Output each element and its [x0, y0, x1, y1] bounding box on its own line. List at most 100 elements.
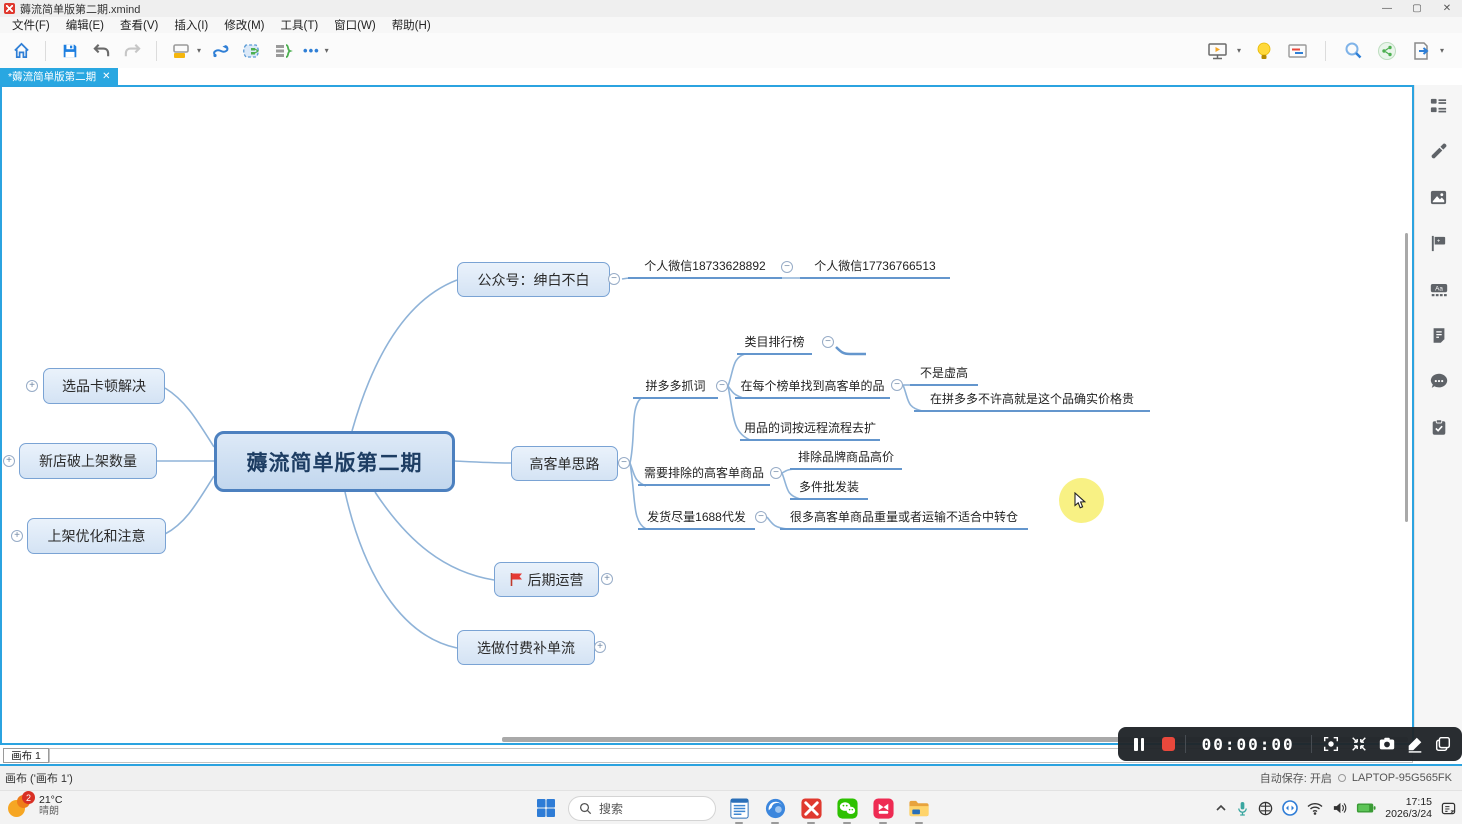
collapse-marker[interactable]: − [891, 379, 903, 391]
collapse-marker[interactable]: − [608, 273, 620, 285]
topic-gongzhonghao[interactable]: 公众号：绅白不白 [457, 262, 610, 297]
topic-heavy-goods[interactable]: 很多高客单商品重量或者运输不适合中转仓 [780, 510, 1028, 530]
sheet-tab[interactable]: 画布 1 [3, 748, 49, 763]
maximize-button[interactable]: ▢ [1402, 0, 1432, 17]
topic-wechat-1[interactable]: 个人微信18733628892 [628, 259, 782, 279]
theme-dropdown-icon[interactable]: ▾ [197, 46, 201, 55]
more-icon[interactable]: ••• [303, 43, 320, 58]
topic-ship-1688[interactable]: 发货尽量1688代发 [638, 510, 755, 530]
mindmap-canvas[interactable] [0, 85, 1414, 745]
ime-icon[interactable] [1258, 801, 1273, 816]
stop-button[interactable] [1162, 737, 1175, 751]
boundary-icon[interactable] [241, 40, 263, 62]
taskbar-app-xmind[interactable] [798, 795, 824, 821]
collapse-marker[interactable]: − [770, 467, 782, 479]
menu-modify[interactable]: 修改(M) [216, 17, 272, 33]
menu-window[interactable]: 窗口(W) [326, 17, 384, 33]
collapse-marker[interactable]: − [618, 457, 630, 469]
outline-icon[interactable] [1429, 95, 1449, 115]
collapse-marker[interactable]: − [755, 511, 767, 523]
pause-button[interactable] [1134, 738, 1144, 751]
taskbar-search[interactable]: 搜索 [568, 796, 716, 821]
menu-help[interactable]: 帮助(H) [384, 17, 439, 33]
presentation-icon[interactable] [1207, 40, 1229, 62]
expand-marker[interactable]: + [594, 641, 606, 653]
topic-xindian[interactable]: 新店破上架数量 [19, 443, 157, 479]
image-icon[interactable] [1429, 187, 1449, 207]
document-tab[interactable]: *薅流简单版第二期 ✕ [0, 68, 118, 85]
menu-file[interactable]: 文件(F) [4, 17, 58, 33]
menu-view[interactable]: 查看(V) [112, 17, 166, 33]
taskbar-app-browser[interactable] [762, 795, 788, 821]
tab-close-icon[interactable]: ✕ [102, 71, 110, 82]
topic-expand-words[interactable]: 用品的词按远程流程去扩 [740, 421, 880, 441]
taskbar-app-files[interactable] [906, 795, 932, 821]
topic-multi-pack[interactable]: 多件批发装 [790, 480, 868, 500]
microphone-icon[interactable] [1236, 801, 1249, 816]
expand-marker[interactable]: + [26, 380, 38, 392]
topic-shangjia[interactable]: 上架优化和注意 [27, 518, 166, 554]
pen-icon[interactable] [1406, 734, 1424, 754]
marker-flag-icon[interactable]: + [1429, 233, 1449, 253]
topic-exclude[interactable]: 需要排除的高客单商品 [638, 466, 770, 486]
battery-icon[interactable] [1356, 802, 1376, 814]
relationship-icon[interactable] [210, 40, 232, 62]
save-icon[interactable] [59, 40, 81, 62]
taskbar-app-video[interactable] [870, 795, 896, 821]
weather-widget[interactable]: 2 21°C 晴朗 [8, 794, 62, 818]
home-icon[interactable] [10, 40, 32, 62]
topic-exclude-brand[interactable]: 排除品牌商品高价 [790, 450, 902, 470]
redo-icon[interactable] [121, 40, 143, 62]
theme-icon[interactable] [170, 40, 192, 62]
camera-icon[interactable] [1378, 734, 1396, 754]
topic-paid-flow[interactable]: 选做付费补单流 [457, 630, 595, 665]
collapse-marker[interactable]: − [781, 261, 793, 273]
close-button[interactable]: ✕ [1432, 0, 1462, 17]
minimize-button[interactable]: — [1372, 0, 1402, 17]
topic-gaokedan[interactable]: 高客单思路 [511, 446, 618, 481]
topic-wechat-2[interactable]: 个人微信17736766513 [800, 259, 950, 279]
menu-insert[interactable]: 插入(I) [166, 17, 216, 33]
search-icon[interactable] [1342, 40, 1364, 62]
windows-copy-icon[interactable] [1434, 734, 1452, 754]
expand-marker[interactable]: + [11, 530, 23, 542]
share-icon[interactable] [1376, 40, 1398, 62]
taskbar-app-wechat[interactable] [834, 795, 860, 821]
expand-marker[interactable]: + [601, 573, 613, 585]
label-icon[interactable]: Aa [1429, 279, 1449, 299]
topic-find-high[interactable]: 在每个榜单找到高客单的品 [735, 379, 890, 399]
collapse-arrows-icon[interactable] [1350, 734, 1368, 754]
lightbulb-icon[interactable] [1253, 40, 1275, 62]
central-topic[interactable]: 薅流简单版第二期 [214, 431, 455, 492]
clock[interactable]: 17:15 2026/3/24 [1385, 796, 1432, 820]
task-icon[interactable] [1429, 417, 1449, 437]
collapse-marker[interactable]: − [822, 336, 834, 348]
taskbar-app-notes[interactable] [726, 795, 752, 821]
expand-marker[interactable]: + [3, 455, 15, 467]
summary-icon[interactable] [272, 40, 294, 62]
export-dropdown-icon[interactable]: ▾ [1440, 46, 1444, 55]
volume-icon[interactable] [1332, 801, 1347, 815]
menu-edit[interactable]: 编辑(E) [58, 17, 112, 33]
tray-chevron-up-icon[interactable] [1215, 802, 1227, 814]
export-icon[interactable] [1410, 40, 1432, 62]
teamviewer-icon[interactable] [1282, 800, 1298, 816]
topic-pdd-words[interactable]: 拼多多抓词 [633, 379, 718, 399]
region-select-icon[interactable] [1322, 734, 1340, 754]
collapse-marker[interactable]: − [716, 380, 728, 392]
presentation-dropdown-icon[interactable]: ▾ [1237, 46, 1241, 55]
comment-icon[interactable] [1429, 371, 1449, 391]
topic-pdd-price[interactable]: 在拼多多不许高就是这个品确实价格贵 [914, 392, 1150, 412]
timeline-icon[interactable] [1287, 40, 1309, 62]
vertical-scrollbar[interactable] [1405, 233, 1408, 522]
undo-icon[interactable] [90, 40, 112, 62]
format-brush-icon[interactable] [1429, 141, 1449, 161]
topic-houqi[interactable]: 后期运营 [494, 562, 599, 597]
wifi-icon[interactable] [1307, 802, 1323, 815]
topic-category-rank[interactable]: 类目排行榜 [737, 335, 812, 355]
more-dropdown-icon[interactable]: ▾ [325, 46, 329, 55]
notification-icon[interactable] [1441, 801, 1456, 816]
start-button[interactable] [533, 796, 558, 821]
notes-icon[interactable] [1429, 325, 1449, 345]
topic-not-inflated[interactable]: 不是虚高 [910, 366, 978, 386]
